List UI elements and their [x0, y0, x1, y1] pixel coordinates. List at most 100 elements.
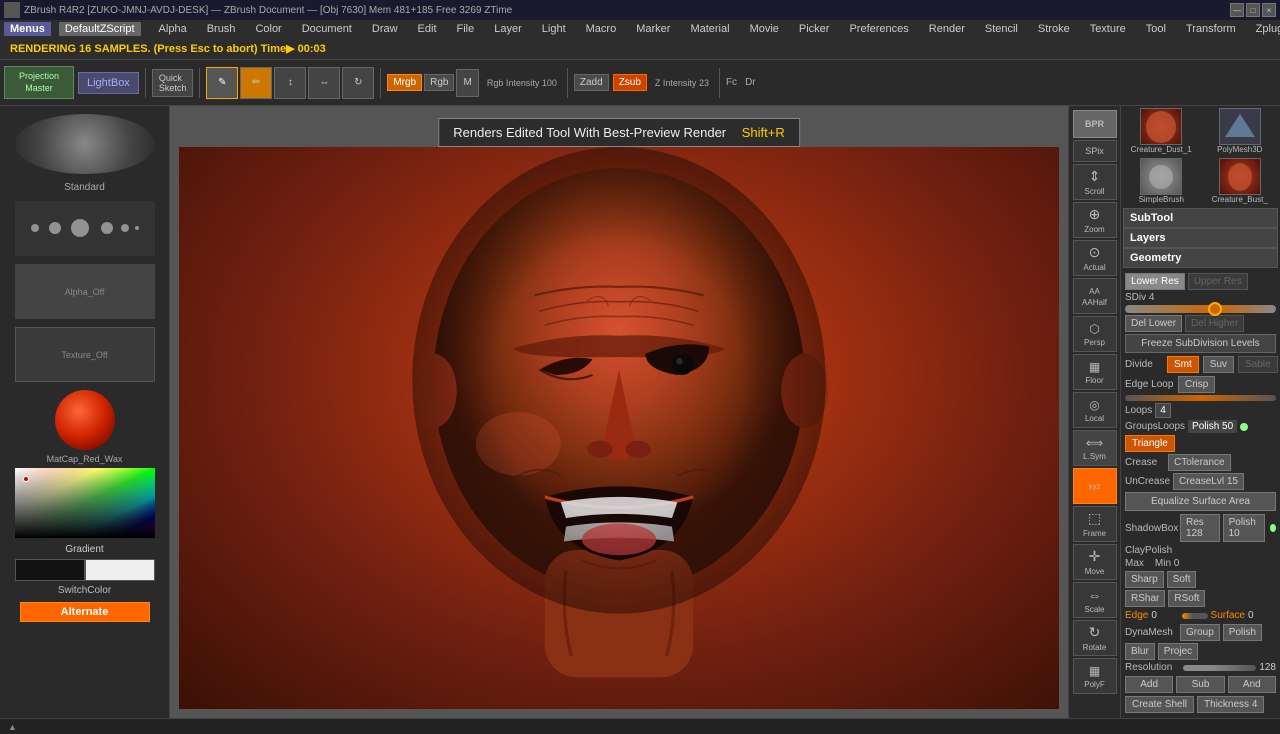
frame-button[interactable]: Frame [1073, 506, 1117, 542]
menu-picker[interactable]: Picker [796, 22, 833, 36]
subtool-header[interactable]: SubTool [1123, 208, 1278, 228]
menu-marker[interactable]: Marker [633, 22, 673, 36]
blur-button[interactable]: Blur [1125, 643, 1155, 660]
quick-sketch-button[interactable]: QuickSketch [152, 69, 194, 97]
zoom-button[interactable]: Zoom [1073, 202, 1117, 238]
loops-value[interactable]: 4 [1155, 403, 1171, 418]
polish-dyna-button[interactable]: Polish [1223, 624, 1262, 641]
surface-value[interactable]: 0 [1248, 610, 1276, 621]
menu-movie[interactable]: Movie [747, 22, 782, 36]
persp-button[interactable]: Persp [1073, 316, 1117, 352]
menu-stencil[interactable]: Stencil [982, 22, 1021, 36]
triangle-button[interactable]: Triangle [1125, 435, 1175, 452]
polish-10-button[interactable]: Polish 10 [1223, 514, 1265, 542]
upper-res-button[interactable]: Upper Res [1188, 273, 1248, 290]
polyf-button[interactable]: PolyF [1073, 658, 1117, 694]
res-128-button[interactable]: Res 128 [1180, 514, 1220, 542]
move-tool-button[interactable]: ↕ [274, 67, 306, 99]
menu-texture[interactable]: Texture [1087, 22, 1129, 36]
background-color-swatch[interactable] [85, 559, 155, 581]
default-script-button[interactable]: DefaultZScript [59, 22, 141, 36]
material-preview[interactable] [55, 390, 115, 450]
aahalf-button[interactable]: AAHalf [1073, 278, 1117, 314]
color-picker[interactable] [15, 468, 155, 538]
scale-tool-button[interactable]: ⇔ [308, 67, 340, 99]
edit-button[interactable]: ✎ [206, 67, 238, 99]
create-shell-button[interactable]: Create Shell [1125, 696, 1194, 713]
rotate-button[interactable]: Rotate [1073, 620, 1117, 656]
freeze-button[interactable]: Freeze SubDivision Levels [1125, 334, 1276, 353]
del-lower-button[interactable]: Del Lower [1125, 315, 1182, 332]
spix-button[interactable]: SPix [1073, 140, 1117, 162]
add-button[interactable]: Add [1125, 676, 1173, 693]
zadd-button[interactable]: Zadd [574, 74, 609, 91]
rgb-button[interactable]: Rgb [424, 74, 454, 91]
canvas-viewport[interactable] [178, 146, 1060, 710]
thumb-creature1-img[interactable] [1140, 108, 1182, 145]
menu-file[interactable]: File [454, 22, 478, 36]
texture-preview[interactable]: Texture_Off [15, 327, 155, 382]
thickness-button[interactable]: Thickness 4 [1197, 696, 1264, 713]
thumb-creature-bust-img[interactable] [1219, 158, 1261, 195]
alternate-button[interactable]: Alternate [20, 602, 150, 622]
mrgb-button[interactable]: Mrgb [387, 74, 422, 91]
menu-stroke[interactable]: Stroke [1035, 22, 1073, 36]
draw-button[interactable]: ✏ [240, 67, 272, 99]
projection-master-button[interactable]: ProjectionMaster [4, 66, 74, 99]
soft-button[interactable]: Soft [1167, 571, 1197, 588]
local-button[interactable]: Local [1073, 392, 1117, 428]
zsub-button[interactable]: Zsub [613, 74, 647, 91]
menu-render[interactable]: Render [926, 22, 968, 36]
thumb-simplebrush-img[interactable] [1140, 158, 1182, 195]
sub-button[interactable]: Sub [1176, 676, 1224, 693]
polish-50-value[interactable]: Polish 50 [1188, 420, 1237, 433]
menus-button[interactable]: Menus [4, 22, 51, 36]
foreground-color-swatch[interactable] [15, 559, 85, 581]
and-button[interactable]: And [1228, 676, 1276, 693]
smt-button[interactable]: Smt [1167, 356, 1199, 373]
rshar-button[interactable]: RShar [1125, 590, 1165, 607]
ctolerance-button[interactable]: CTolerance [1168, 454, 1231, 471]
menu-alpha[interactable]: Alpha [156, 22, 190, 36]
menu-light[interactable]: Light [539, 22, 569, 36]
projec-button[interactable]: Projec [1158, 643, 1198, 660]
menu-edit[interactable]: Edit [415, 22, 440, 36]
move-button[interactable]: Move [1073, 544, 1117, 580]
menu-preferences[interactable]: Preferences [846, 22, 911, 36]
sdiv-slider[interactable] [1125, 305, 1276, 313]
resolution-slider[interactable] [1183, 665, 1256, 671]
del-higher-button[interactable]: Del Higher [1185, 315, 1244, 332]
menu-material[interactable]: Material [687, 22, 732, 36]
m-button[interactable]: M [456, 69, 478, 97]
geometry-header[interactable]: Geometry [1123, 248, 1278, 268]
equalize-button[interactable]: Equalize Surface Area [1125, 492, 1276, 511]
menu-zplugin[interactable]: Zplugin [1253, 22, 1280, 36]
menu-layer[interactable]: Layer [491, 22, 525, 36]
thumb-polymesh3d-img[interactable] [1219, 108, 1261, 145]
edge-value[interactable]: 0 [1151, 610, 1179, 621]
brush-preview[interactable] [15, 114, 155, 174]
lsym-button[interactable]: L.Sym [1073, 430, 1117, 466]
xyz-button[interactable] [1073, 468, 1117, 504]
creaselvl-button[interactable]: CreaseLvl 15 [1173, 473, 1244, 490]
menu-tool[interactable]: Tool [1143, 22, 1169, 36]
alpha-preview[interactable]: Alpha_Off [15, 264, 155, 319]
bpr-button[interactable]: BPR [1073, 110, 1117, 138]
rsoft-button[interactable]: RSoft [1168, 590, 1205, 607]
menu-macro[interactable]: Macro [583, 22, 620, 36]
close-button[interactable]: × [1262, 3, 1276, 17]
scale-button[interactable]: Scale [1073, 582, 1117, 618]
floor-button[interactable]: Floor [1073, 354, 1117, 390]
menu-document[interactable]: Document [299, 22, 355, 36]
rotate-tool-button[interactable]: ↻ [342, 67, 374, 99]
suv-button[interactable]: Suv [1203, 356, 1234, 373]
group-button[interactable]: Group [1180, 624, 1220, 641]
sharp-button[interactable]: Sharp [1125, 571, 1164, 588]
menu-draw[interactable]: Draw [369, 22, 401, 36]
edge-slider[interactable] [1182, 613, 1207, 619]
minimize-button[interactable]: — [1230, 3, 1244, 17]
menu-transform[interactable]: Transform [1183, 22, 1239, 36]
lightbox-button[interactable]: LightBox [78, 72, 139, 94]
crisp-button[interactable]: Crisp [1178, 376, 1215, 393]
dots-preview[interactable] [15, 201, 155, 256]
